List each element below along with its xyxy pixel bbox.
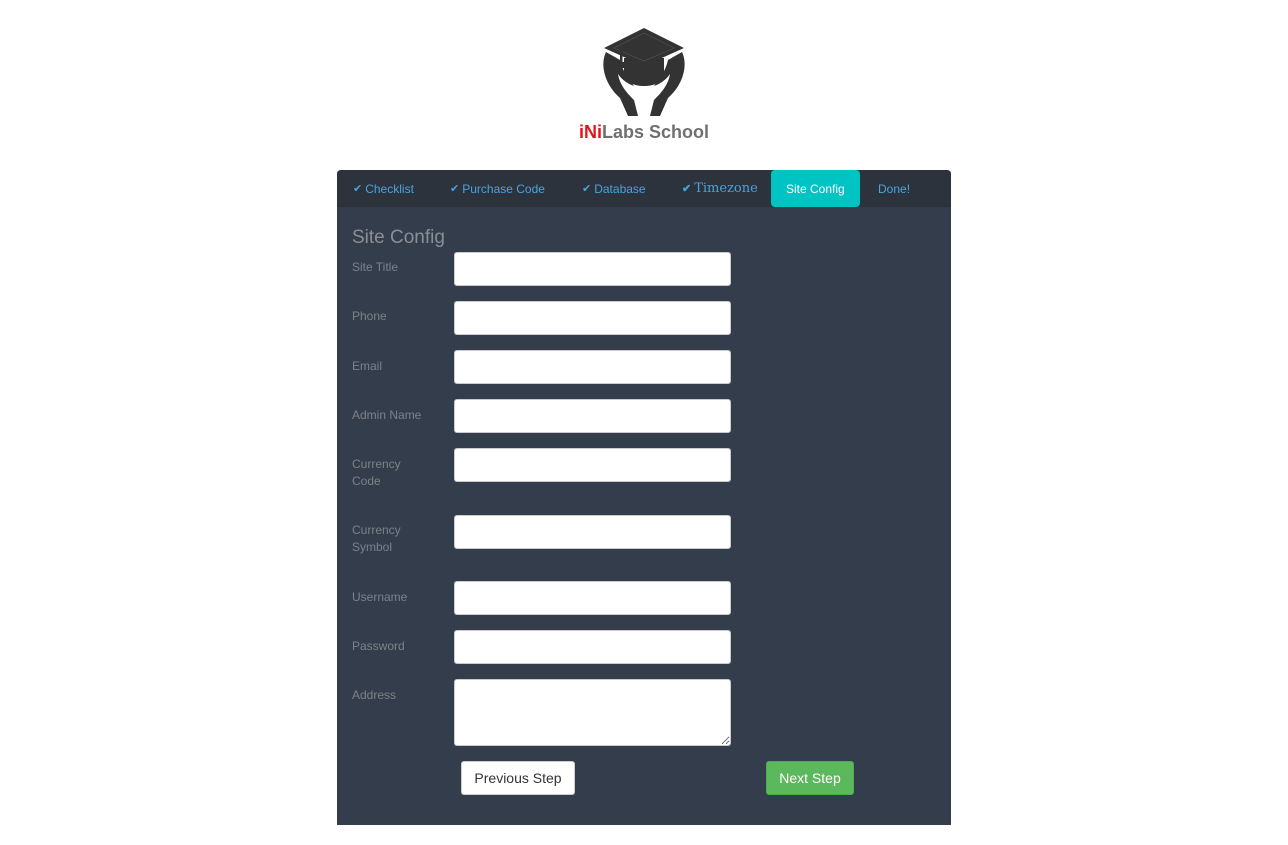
previous-step-button[interactable]: Previous Step	[461, 761, 575, 795]
phone-input[interactable]	[454, 301, 731, 335]
admin-name-label: Admin Name	[352, 408, 422, 422]
site-title-label: Site Title	[352, 260, 399, 274]
check-icon: ✔	[582, 183, 592, 195]
username-input[interactable]	[454, 581, 731, 615]
tab-checklist[interactable]: ✔ Checklist	[353, 170, 414, 207]
email-label: Email	[352, 359, 383, 373]
username-label: Username	[352, 590, 408, 604]
tab-done[interactable]: Done!	[878, 170, 910, 207]
currency-code-input[interactable]	[454, 448, 731, 482]
brand-logo: iNiLabs School	[0, 24, 1288, 143]
check-icon: ✔	[682, 182, 692, 195]
currency-symbol-input[interactable]	[454, 515, 731, 549]
password-input[interactable]	[454, 630, 731, 664]
install-wizard-panel: ✔ Checklist ✔ Purchase Code ✔ Database ✔ Tim…	[337, 170, 951, 825]
tab-database[interactable]: ✔ Database	[582, 170, 646, 207]
password-label: Password	[352, 639, 405, 653]
site-title-input[interactable]	[454, 252, 731, 286]
address-textarea[interactable]	[454, 679, 731, 746]
brand-name: iNiLabs School	[578, 122, 710, 142]
check-icon: ✔	[353, 183, 363, 195]
wizard-steps: ✔ Checklist ✔ Purchase Code ✔ Database ✔ Tim…	[337, 170, 951, 207]
tab-timezone[interactable]: ✔ Timezone	[682, 170, 758, 207]
currency-symbol-label: Currency Symbol	[352, 523, 401, 554]
currency-code-label: Currency Code	[352, 457, 401, 488]
form-title: Site Config	[352, 227, 445, 248]
graduation-cap-hands-icon	[603, 28, 685, 116]
admin-name-input[interactable]	[454, 399, 731, 433]
phone-label: Phone	[352, 309, 387, 323]
next-step-button[interactable]: Next Step	[766, 761, 854, 795]
tab-site-config[interactable]: Site Config	[771, 170, 860, 207]
check-icon: ✔	[450, 183, 460, 195]
address-label: Address	[352, 688, 397, 702]
email-input[interactable]	[454, 350, 731, 384]
tab-purchase-code[interactable]: ✔ Purchase Code	[450, 170, 545, 207]
